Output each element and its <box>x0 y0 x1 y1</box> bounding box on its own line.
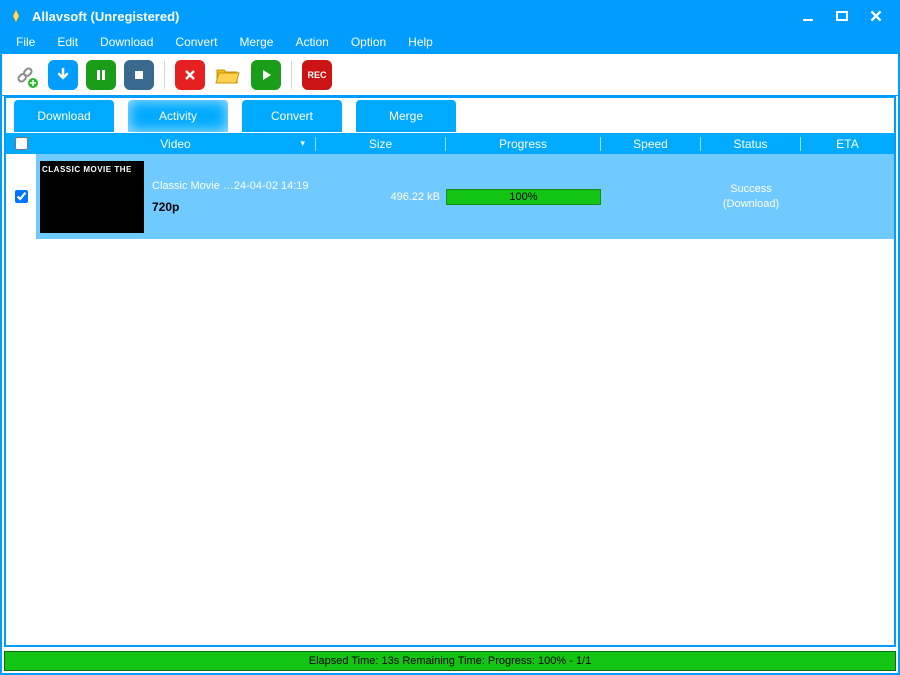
download-button[interactable] <box>48 60 78 90</box>
paste-url-button[interactable] <box>10 60 40 90</box>
column-headers: Video ▾ Size Progress Speed Status ETA <box>6 132 894 154</box>
tab-strip: Download Activity Convert Merge <box>6 98 894 132</box>
menu-action[interactable]: Action <box>287 32 336 52</box>
row-checkbox-cell <box>6 154 36 239</box>
thumbnail-text: CLASSIC MOVIE THE <box>42 165 132 174</box>
select-all-checkbox[interactable] <box>15 137 28 150</box>
row-size: 496.22 kB <box>316 191 446 203</box>
column-checkbox[interactable] <box>6 137 36 150</box>
toolbar-separator <box>291 61 292 89</box>
progress-text: 100% <box>447 190 600 204</box>
video-thumbnail: CLASSIC MOVIE THE <box>40 161 144 233</box>
column-status[interactable]: Status <box>701 137 801 151</box>
column-eta[interactable]: ETA <box>801 137 894 151</box>
tab-activity[interactable]: Activity <box>128 100 228 132</box>
menu-option[interactable]: Option <box>343 32 394 52</box>
toolbar: REC <box>2 54 898 96</box>
tab-merge[interactable]: Merge <box>356 100 456 132</box>
download-list: CLASSIC MOVIE THE Classic Movie …24-04-0… <box>6 154 894 645</box>
menu-convert[interactable]: Convert <box>167 32 225 52</box>
tab-download[interactable]: Download <box>14 100 114 132</box>
window-title: Allavsoft (Unregistered) <box>32 9 179 24</box>
menu-download[interactable]: Download <box>92 32 161 52</box>
close-button[interactable] <box>860 6 892 26</box>
video-info: Classic Movie …24-04-02 14:19 720p <box>152 180 309 214</box>
row-status: Success (Download) <box>701 182 801 211</box>
menu-help[interactable]: Help <box>400 32 441 52</box>
pause-button[interactable] <box>86 60 116 90</box>
tab-convert[interactable]: Convert <box>242 100 342 132</box>
column-video[interactable]: Video ▾ <box>36 137 316 151</box>
row-progress-cell: 100% <box>446 189 601 205</box>
status-bar: Elapsed Time: 13s Remaining Time: Progre… <box>4 651 896 671</box>
row-checkbox[interactable] <box>15 190 28 203</box>
minimize-button[interactable] <box>792 6 824 26</box>
open-folder-button[interactable] <box>213 60 243 90</box>
row-status-line1: Success <box>701 182 801 196</box>
play-button[interactable] <box>251 60 281 90</box>
status-text: Elapsed Time: 13s Remaining Time: Progre… <box>309 655 591 667</box>
row-status-line2: (Download) <box>701 197 801 211</box>
app-logo-icon <box>8 8 24 24</box>
column-speed[interactable]: Speed <box>601 137 701 151</box>
titlebar: Allavsoft (Unregistered) <box>2 2 898 30</box>
toolbar-separator <box>164 61 165 89</box>
menu-edit[interactable]: Edit <box>49 32 86 52</box>
row-video-cell: CLASSIC MOVIE THE Classic Movie …24-04-0… <box>36 154 316 239</box>
delete-button[interactable] <box>175 60 205 90</box>
column-progress[interactable]: Progress <box>446 137 601 151</box>
stop-button[interactable] <box>124 60 154 90</box>
column-video-label: Video <box>160 137 190 151</box>
app-window: Allavsoft (Unregistered) File Edit Downl… <box>0 0 900 675</box>
maximize-button[interactable] <box>826 6 858 26</box>
main-content: Download Activity Convert Merge Video ▾ … <box>4 96 896 647</box>
menubar: File Edit Download Convert Merge Action … <box>2 30 898 54</box>
table-row[interactable]: CLASSIC MOVIE THE Classic Movie …24-04-0… <box>6 154 894 240</box>
menu-merge[interactable]: Merge <box>231 32 281 52</box>
column-size[interactable]: Size <box>316 137 446 151</box>
video-quality: 720p <box>152 200 309 214</box>
video-name: Classic Movie …24-04-02 14:19 <box>152 180 309 192</box>
menu-file[interactable]: File <box>8 32 43 52</box>
sort-indicator-icon: ▾ <box>300 138 305 149</box>
progress-bar: 100% <box>446 189 601 205</box>
record-button[interactable]: REC <box>302 60 332 90</box>
